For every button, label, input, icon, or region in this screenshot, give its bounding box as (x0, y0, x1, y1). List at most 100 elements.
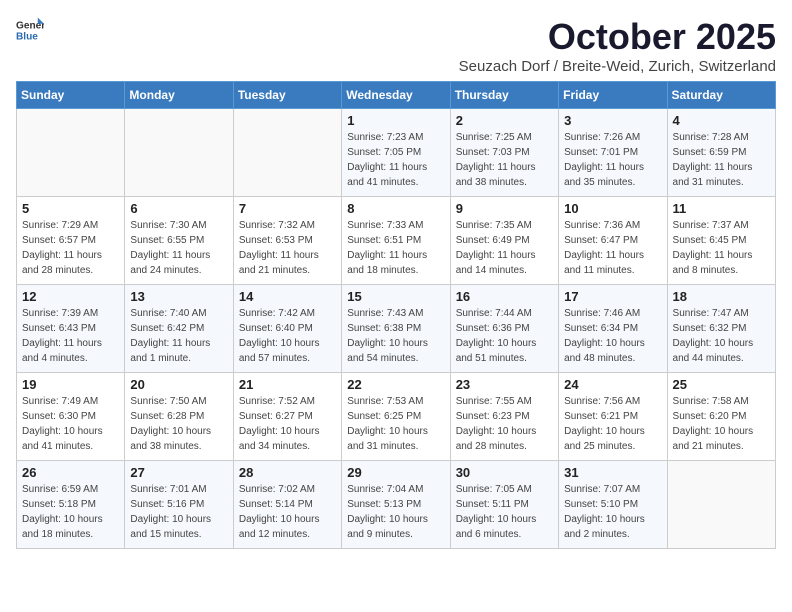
day-number: 23 (456, 377, 553, 392)
col-friday: Friday (559, 82, 667, 109)
day-number: 31 (564, 465, 661, 480)
day-number: 14 (239, 289, 336, 304)
day-number: 8 (347, 201, 444, 216)
cell-w1-d5: 3 Sunrise: 7:26 AMSunset: 7:01 PMDayligh… (559, 109, 667, 197)
day-number: 12 (22, 289, 119, 304)
col-monday: Monday (125, 82, 233, 109)
day-number: 25 (673, 377, 770, 392)
day-info: Sunrise: 7:07 AMSunset: 5:10 PMDaylight:… (564, 484, 645, 540)
day-info: Sunrise: 7:05 AMSunset: 5:11 PMDaylight:… (456, 484, 537, 540)
day-info: Sunrise: 7:58 AMSunset: 6:20 PMDaylight:… (673, 396, 754, 452)
day-info: Sunrise: 7:37 AMSunset: 6:45 PMDaylight:… (673, 220, 753, 276)
cell-w1-d4: 2 Sunrise: 7:25 AMSunset: 7:03 PMDayligh… (450, 109, 558, 197)
cell-w5-d5: 31 Sunrise: 7:07 AMSunset: 5:10 PMDaylig… (559, 461, 667, 549)
cell-w2-d5: 10 Sunrise: 7:36 AMSunset: 6:47 PMDaylig… (559, 197, 667, 285)
day-number: 1 (347, 113, 444, 128)
col-saturday: Saturday (667, 82, 775, 109)
day-info: Sunrise: 6:59 AMSunset: 5:18 PMDaylight:… (22, 484, 103, 540)
title-area: October 2025 Seuzach Dorf / Breite-Weid,… (459, 16, 776, 75)
cell-w5-d3: 29 Sunrise: 7:04 AMSunset: 5:13 PMDaylig… (342, 461, 450, 549)
cell-w1-d0 (17, 109, 125, 197)
day-info: Sunrise: 7:47 AMSunset: 6:32 PMDaylight:… (673, 308, 754, 364)
day-info: Sunrise: 7:55 AMSunset: 6:23 PMDaylight:… (456, 396, 537, 452)
cell-w3-d3: 15 Sunrise: 7:43 AMSunset: 6:38 PMDaylig… (342, 285, 450, 373)
cell-w5-d2: 28 Sunrise: 7:02 AMSunset: 5:14 PMDaylig… (233, 461, 341, 549)
week-row-4: 19 Sunrise: 7:49 AMSunset: 6:30 PMDaylig… (17, 373, 776, 461)
day-number: 2 (456, 113, 553, 128)
day-number: 7 (239, 201, 336, 216)
day-info: Sunrise: 7:33 AMSunset: 6:51 PMDaylight:… (347, 220, 427, 276)
day-info: Sunrise: 7:36 AMSunset: 6:47 PMDaylight:… (564, 220, 644, 276)
calendar-table: Sunday Monday Tuesday Wednesday Thursday… (16, 81, 776, 549)
cell-w2-d1: 6 Sunrise: 7:30 AMSunset: 6:55 PMDayligh… (125, 197, 233, 285)
cell-w4-d0: 19 Sunrise: 7:49 AMSunset: 6:30 PMDaylig… (17, 373, 125, 461)
cell-w3-d5: 17 Sunrise: 7:46 AMSunset: 6:34 PMDaylig… (559, 285, 667, 373)
cell-w4-d2: 21 Sunrise: 7:52 AMSunset: 6:27 PMDaylig… (233, 373, 341, 461)
cell-w4-d1: 20 Sunrise: 7:50 AMSunset: 6:28 PMDaylig… (125, 373, 233, 461)
day-info: Sunrise: 7:35 AMSunset: 6:49 PMDaylight:… (456, 220, 536, 276)
week-row-2: 5 Sunrise: 7:29 AMSunset: 6:57 PMDayligh… (17, 197, 776, 285)
logo-icon: General Blue (16, 16, 44, 44)
cell-w3-d4: 16 Sunrise: 7:44 AMSunset: 6:36 PMDaylig… (450, 285, 558, 373)
cell-w2-d6: 11 Sunrise: 7:37 AMSunset: 6:45 PMDaylig… (667, 197, 775, 285)
day-number: 30 (456, 465, 553, 480)
svg-text:Blue: Blue (16, 31, 38, 42)
cell-w5-d1: 27 Sunrise: 7:01 AMSunset: 5:16 PMDaylig… (125, 461, 233, 549)
day-number: 20 (130, 377, 227, 392)
day-info: Sunrise: 7:44 AMSunset: 6:36 PMDaylight:… (456, 308, 537, 364)
cell-w4-d6: 25 Sunrise: 7:58 AMSunset: 6:20 PMDaylig… (667, 373, 775, 461)
week-row-1: 1 Sunrise: 7:23 AMSunset: 7:05 PMDayligh… (17, 109, 776, 197)
month-title: October 2025 (459, 16, 776, 58)
col-wednesday: Wednesday (342, 82, 450, 109)
day-number: 10 (564, 201, 661, 216)
day-number: 28 (239, 465, 336, 480)
header: General Blue October 2025 Seuzach Dorf /… (16, 16, 776, 75)
cell-w3-d6: 18 Sunrise: 7:47 AMSunset: 6:32 PMDaylig… (667, 285, 775, 373)
day-info: Sunrise: 7:39 AMSunset: 6:43 PMDaylight:… (22, 308, 102, 364)
day-info: Sunrise: 7:53 AMSunset: 6:25 PMDaylight:… (347, 396, 428, 452)
day-number: 5 (22, 201, 119, 216)
day-number: 13 (130, 289, 227, 304)
day-number: 24 (564, 377, 661, 392)
day-number: 17 (564, 289, 661, 304)
day-info: Sunrise: 7:50 AMSunset: 6:28 PMDaylight:… (130, 396, 211, 452)
day-info: Sunrise: 7:25 AMSunset: 7:03 PMDaylight:… (456, 132, 536, 188)
day-number: 3 (564, 113, 661, 128)
day-info: Sunrise: 7:32 AMSunset: 6:53 PMDaylight:… (239, 220, 319, 276)
day-number: 6 (130, 201, 227, 216)
day-number: 16 (456, 289, 553, 304)
day-number: 21 (239, 377, 336, 392)
day-number: 18 (673, 289, 770, 304)
day-number: 22 (347, 377, 444, 392)
location-subtitle: Seuzach Dorf / Breite-Weid, Zurich, Swit… (459, 58, 776, 75)
cell-w4-d3: 22 Sunrise: 7:53 AMSunset: 6:25 PMDaylig… (342, 373, 450, 461)
week-row-3: 12 Sunrise: 7:39 AMSunset: 6:43 PMDaylig… (17, 285, 776, 373)
day-info: Sunrise: 7:43 AMSunset: 6:38 PMDaylight:… (347, 308, 428, 364)
day-number: 4 (673, 113, 770, 128)
day-info: Sunrise: 7:04 AMSunset: 5:13 PMDaylight:… (347, 484, 428, 540)
day-number: 11 (673, 201, 770, 216)
cell-w2-d0: 5 Sunrise: 7:29 AMSunset: 6:57 PMDayligh… (17, 197, 125, 285)
logo: General Blue (16, 16, 44, 44)
cell-w3-d0: 12 Sunrise: 7:39 AMSunset: 6:43 PMDaylig… (17, 285, 125, 373)
cell-w5-d6 (667, 461, 775, 549)
cell-w2-d4: 9 Sunrise: 7:35 AMSunset: 6:49 PMDayligh… (450, 197, 558, 285)
day-info: Sunrise: 7:26 AMSunset: 7:01 PMDaylight:… (564, 132, 644, 188)
cell-w2-d2: 7 Sunrise: 7:32 AMSunset: 6:53 PMDayligh… (233, 197, 341, 285)
day-info: Sunrise: 7:02 AMSunset: 5:14 PMDaylight:… (239, 484, 320, 540)
cell-w4-d5: 24 Sunrise: 7:56 AMSunset: 6:21 PMDaylig… (559, 373, 667, 461)
day-number: 26 (22, 465, 119, 480)
day-info: Sunrise: 7:40 AMSunset: 6:42 PMDaylight:… (130, 308, 210, 364)
cell-w5-d0: 26 Sunrise: 6:59 AMSunset: 5:18 PMDaylig… (17, 461, 125, 549)
day-info: Sunrise: 7:46 AMSunset: 6:34 PMDaylight:… (564, 308, 645, 364)
day-number: 27 (130, 465, 227, 480)
day-info: Sunrise: 7:56 AMSunset: 6:21 PMDaylight:… (564, 396, 645, 452)
cell-w4-d4: 23 Sunrise: 7:55 AMSunset: 6:23 PMDaylig… (450, 373, 558, 461)
day-info: Sunrise: 7:49 AMSunset: 6:30 PMDaylight:… (22, 396, 103, 452)
day-info: Sunrise: 7:23 AMSunset: 7:05 PMDaylight:… (347, 132, 427, 188)
cell-w1-d2 (233, 109, 341, 197)
cell-w5-d4: 30 Sunrise: 7:05 AMSunset: 5:11 PMDaylig… (450, 461, 558, 549)
col-sunday: Sunday (17, 82, 125, 109)
day-info: Sunrise: 7:28 AMSunset: 6:59 PMDaylight:… (673, 132, 753, 188)
day-info: Sunrise: 7:30 AMSunset: 6:55 PMDaylight:… (130, 220, 210, 276)
